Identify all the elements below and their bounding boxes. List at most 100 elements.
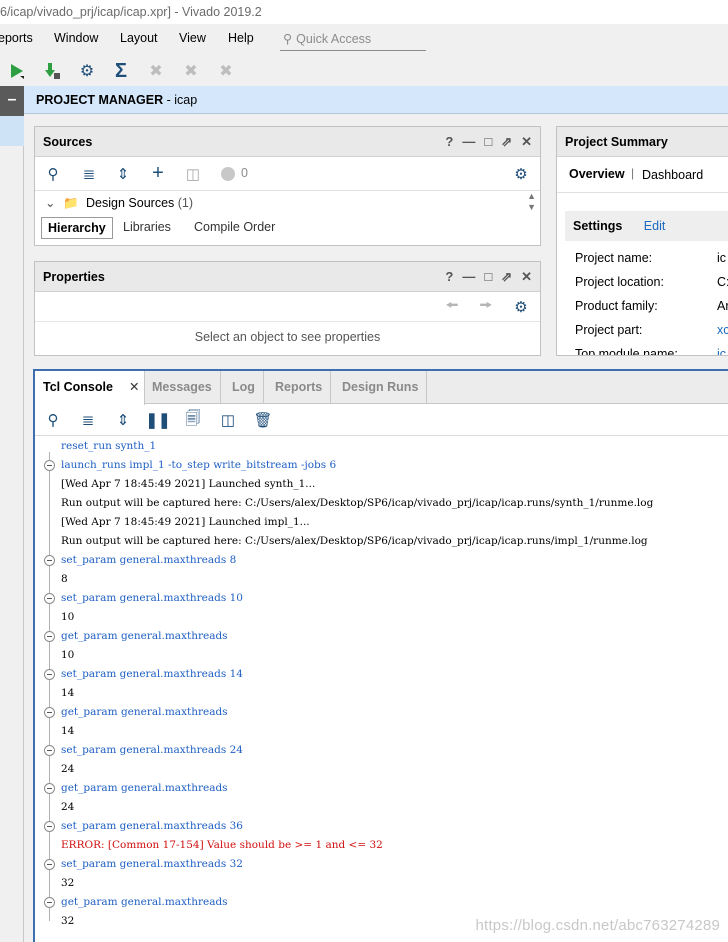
flow-navigator-selected-item[interactable]	[0, 116, 24, 146]
tab-overview[interactable]: Overview	[569, 167, 625, 181]
fold-toggle-icon[interactable]	[44, 460, 55, 471]
fold-toggle-icon[interactable]	[44, 745, 55, 756]
tab-libraries[interactable]: Libraries	[117, 217, 177, 239]
run-icon[interactable]	[6, 60, 28, 82]
console-line-text: get_param general.maxthreads	[61, 896, 228, 908]
collapse-all-icon[interactable]: ≣	[78, 410, 98, 430]
collapse-all-icon[interactable]: ≣	[79, 164, 99, 184]
expand-all-icon[interactable]: ⇕	[113, 164, 133, 184]
scroll-arrows-icon[interactable]: ▲ ▼	[527, 191, 536, 213]
help-icon[interactable]: ?	[445, 262, 453, 292]
close-icon[interactable]: ✕	[129, 371, 139, 403]
console-line-text: [Wed Apr 7 18:45:49 2021] Launched impl_…	[61, 516, 310, 528]
tab-messages[interactable]: Messages	[144, 371, 221, 404]
flow-navigator	[0, 86, 24, 942]
menu-help[interactable]: Help	[228, 31, 254, 45]
back-arrow-icon: 🠘	[445, 296, 459, 314]
settings-gear-icon[interactable]: ⚙	[511, 297, 531, 317]
properties-title-bar: Properties ? — □ ⇗ ✕	[35, 262, 540, 292]
float-icon[interactable]: ⇗	[501, 127, 512, 157]
sigma-report-icon[interactable]: Σ	[110, 60, 132, 82]
fold-toggle-icon[interactable]	[44, 897, 55, 908]
close-icon[interactable]: ✕	[521, 262, 532, 292]
console-line-out: 24	[35, 798, 728, 817]
menu-layout[interactable]: Layout	[120, 31, 158, 45]
console-line-out: 14	[35, 722, 728, 741]
console-line-text: get_param general.maxthreads	[61, 630, 228, 642]
edit-link[interactable]: Edit	[644, 219, 666, 233]
tab-compile-order[interactable]: Compile Order	[188, 217, 281, 239]
console-line-cmd: launch_runs impl_1 -to_step write_bitstr…	[35, 456, 728, 475]
expand-all-icon[interactable]: ⇕	[113, 410, 133, 430]
tab-reports[interactable]: Reports	[267, 371, 332, 404]
console-line-text: get_param general.maxthreads	[61, 706, 228, 718]
quick-access-input[interactable]: ⚲ Quick Access	[280, 27, 426, 51]
add-sources-icon[interactable]: +	[148, 162, 168, 184]
close-icon[interactable]: ✕	[521, 127, 532, 157]
window-title: 6/icap/vivado_prj/icap/icap.xpr] - Vivad…	[0, 0, 728, 24]
console-line-text: 32	[61, 915, 75, 927]
fold-toggle-icon[interactable]	[44, 631, 55, 642]
copy-icon[interactable]: 🗐	[183, 410, 203, 430]
tab-hierarchy[interactable]: Hierarchy	[41, 217, 113, 239]
fold-toggle-icon[interactable]	[44, 859, 55, 870]
minimize-icon[interactable]: —	[462, 127, 475, 157]
search-icon[interactable]: ⚲	[43, 410, 63, 430]
fold-toggle-icon[interactable]	[44, 707, 55, 718]
settings-gear-icon[interactable]: ⚙	[511, 164, 531, 184]
fold-toggle-icon[interactable]	[44, 555, 55, 566]
program-device-icon[interactable]	[41, 60, 63, 82]
quick-access-placeholder: Quick Access	[296, 31, 372, 46]
project-name-label: Project name:	[575, 251, 653, 265]
console-line-text: reset_run synth_1	[61, 440, 157, 452]
project-part-value[interactable]: xc	[717, 323, 728, 337]
search-icon[interactable]: ⚲	[43, 164, 63, 184]
console-line-out: 14	[35, 684, 728, 703]
tree-guide-line	[49, 532, 50, 551]
minimize-icon[interactable]: —	[462, 262, 475, 292]
collapse-icon[interactable]: –	[0, 86, 24, 116]
tree-guide-line	[49, 513, 50, 532]
settings-gear-icon[interactable]: ⚙	[76, 60, 98, 82]
clear-trash-icon[interactable]: 🗑	[253, 410, 273, 430]
fold-toggle-icon[interactable]	[44, 783, 55, 794]
pause-icon[interactable]: ❚❚	[145, 410, 170, 430]
project-location-label: Project location:	[575, 275, 664, 289]
tab-design-runs[interactable]: Design Runs	[334, 371, 428, 404]
project-name: - icap	[166, 93, 198, 107]
properties-title: Properties	[43, 270, 105, 284]
console-line-text: set_param general.maxthreads 8	[61, 554, 237, 566]
console-line-text: set_param general.maxthreads 24	[61, 744, 243, 756]
project-name-value: ic	[717, 251, 727, 265]
console-line-cmd: reset_run synth_1	[35, 437, 728, 456]
console-line-cmd: set_param general.maxthreads 10	[35, 589, 728, 608]
fold-toggle-icon[interactable]	[44, 593, 55, 604]
menu-reports[interactable]: eports	[0, 31, 33, 45]
maximize-icon[interactable]: □	[484, 127, 492, 157]
console-line-text: ERROR: [Common 17-154] Value should be >…	[61, 839, 383, 851]
menu-window[interactable]: Window	[54, 31, 98, 45]
help-icon[interactable]: ?	[445, 127, 453, 157]
disabled-tool-icon: ✖	[184, 63, 198, 80]
chevron-down-icon[interactable]: ⌄	[45, 196, 55, 210]
menu-view[interactable]: View	[179, 31, 206, 45]
float-icon[interactable]: ⇗	[501, 262, 512, 292]
fold-toggle-icon[interactable]	[44, 669, 55, 680]
console-line-text: 24	[61, 763, 75, 775]
tab-log[interactable]: Log	[224, 371, 264, 404]
top-module-value[interactable]: ic	[717, 347, 726, 355]
design-sources-item[interactable]: Design Sources	[86, 196, 174, 210]
properties-panel: Properties ? — □ ⇗ ✕ 🠘 🠚 ⚙ Select an obj…	[34, 261, 541, 356]
watermark-text: https://blog.csdn.net/abc763274289	[475, 917, 720, 934]
maximize-icon[interactable]: □	[484, 262, 492, 292]
tree-guide-line	[49, 494, 50, 513]
product-family-label: Product family:	[575, 299, 658, 313]
design-sources-count: (1)	[177, 196, 194, 210]
tree-guide-line	[49, 570, 50, 589]
tab-dashboard[interactable]: Dashboard	[642, 168, 703, 182]
console-line-text: Run output will be captured here: C:/Use…	[61, 535, 648, 547]
fold-toggle-icon[interactable]	[44, 821, 55, 832]
status-count: 0	[241, 166, 248, 180]
tab-tcl-console[interactable]: Tcl Console ✕	[35, 371, 145, 405]
split-view-icon[interactable]: ◫	[218, 410, 238, 430]
